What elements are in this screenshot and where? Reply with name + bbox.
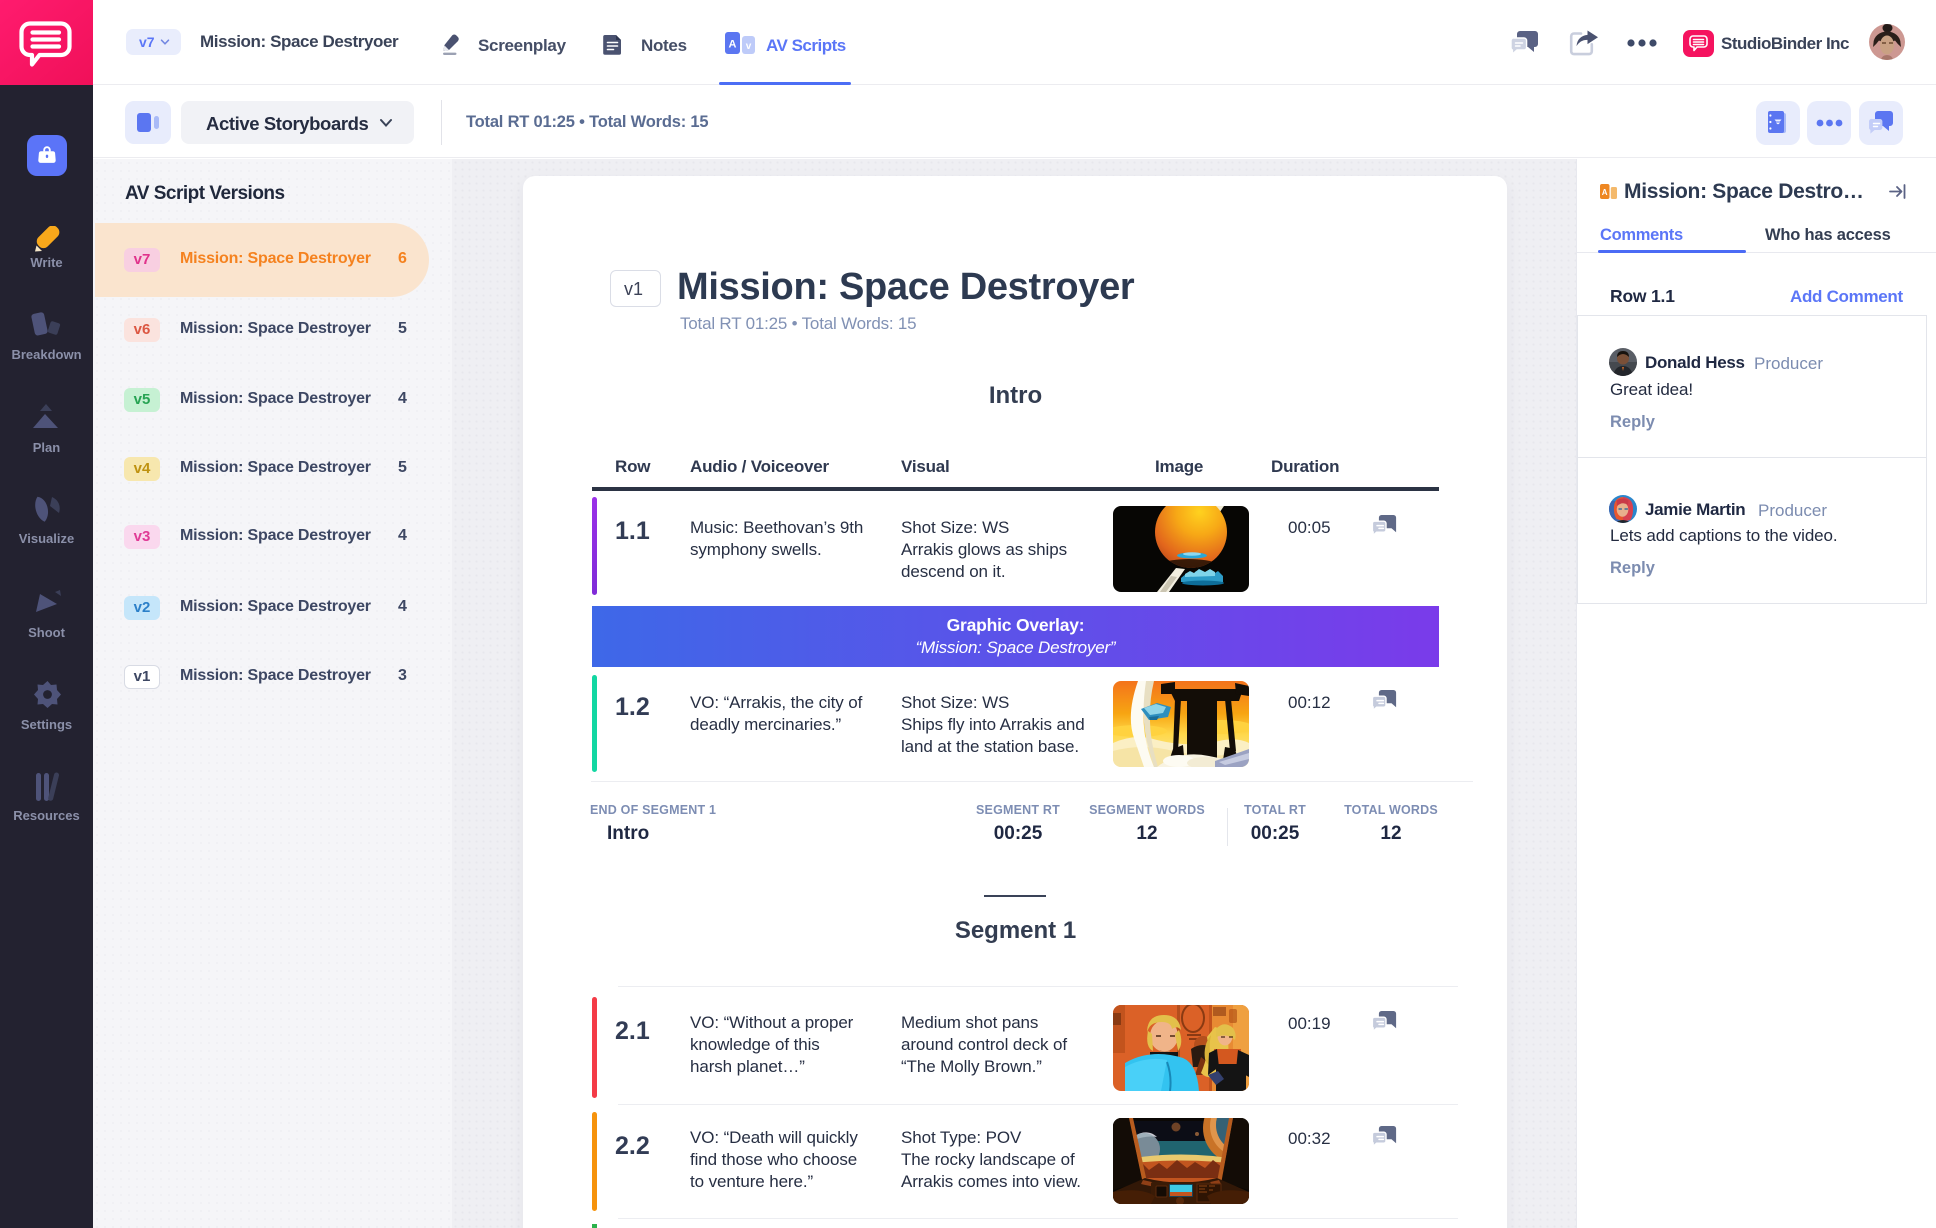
svg-text:A: A xyxy=(1602,188,1608,197)
svg-text:A: A xyxy=(729,39,737,51)
svg-text:v: v xyxy=(746,41,752,52)
